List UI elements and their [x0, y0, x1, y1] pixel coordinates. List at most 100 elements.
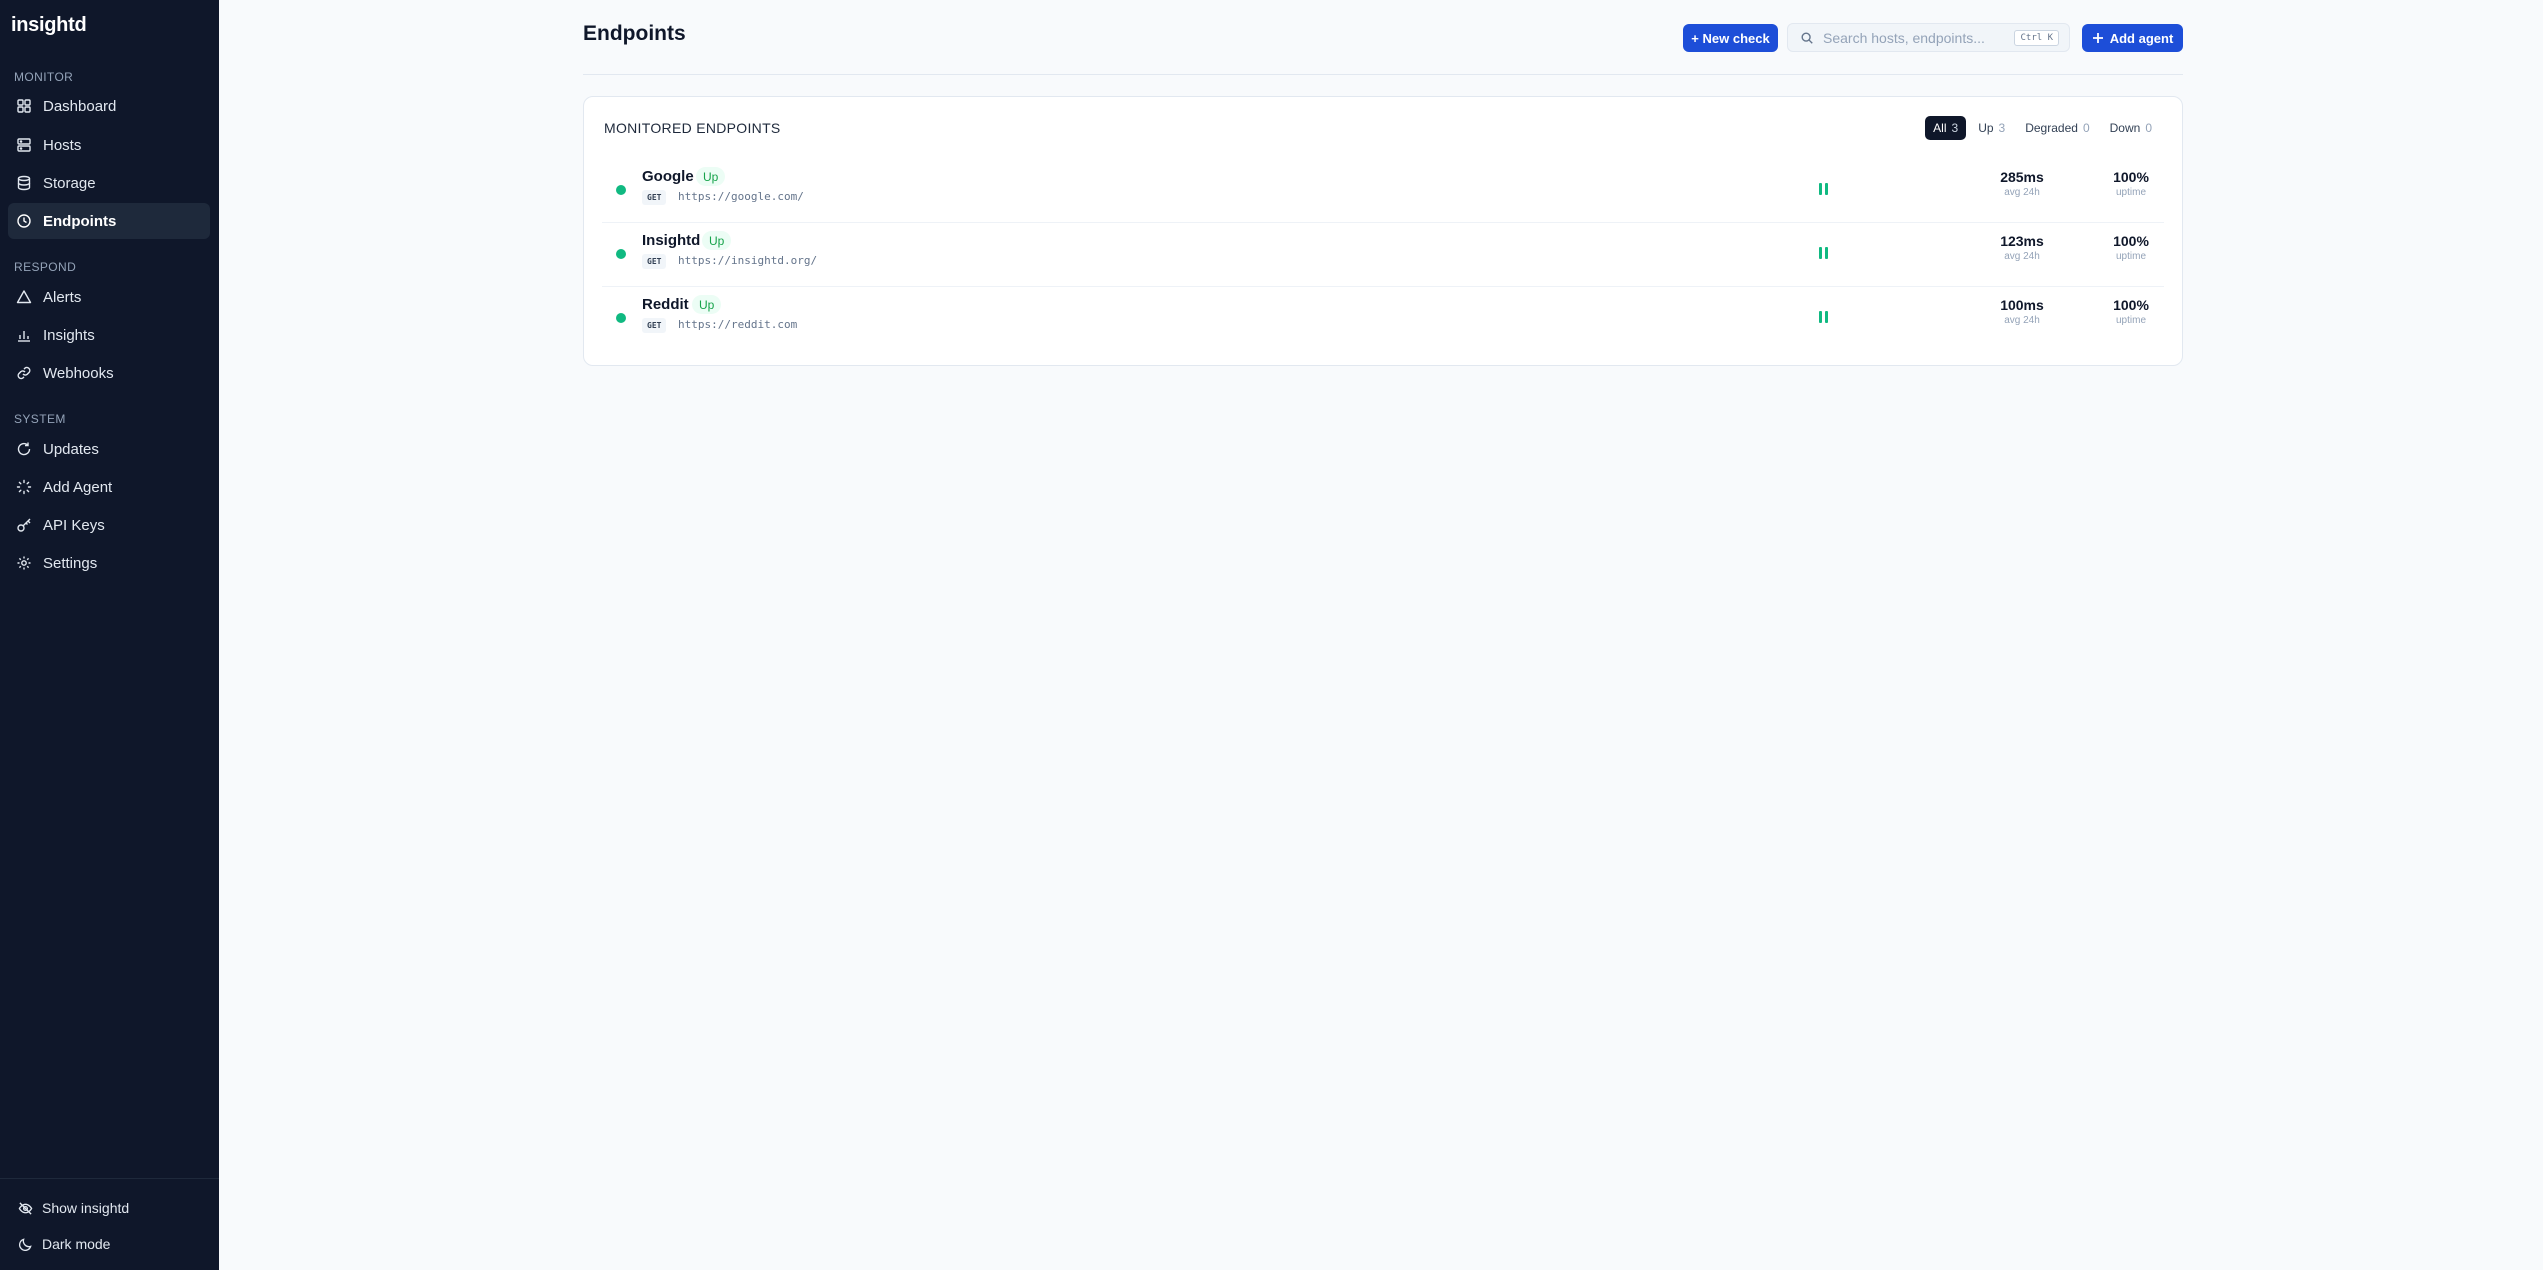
status-badge: Up	[692, 295, 722, 314]
sidebar-item-label: Add Agent	[43, 478, 113, 496]
sidebar-item-hosts[interactable]: Hosts	[8, 127, 210, 163]
pause-icon[interactable]	[1819, 247, 1831, 261]
moon-icon	[19, 1237, 32, 1251]
header-divider	[583, 74, 2183, 75]
search-input[interactable]	[1823, 29, 2013, 46]
uptime-metric: 100% uptime	[2096, 297, 2166, 326]
latency-label: avg 24h	[2004, 315, 2040, 326]
latency-metric: 100ms avg 24h	[1987, 297, 2057, 326]
database-icon	[17, 175, 31, 191]
sidebar-item-add-agent[interactable]: Add Agent	[8, 469, 210, 505]
status-badge: Up	[696, 167, 726, 186]
sidebar-item-alerts[interactable]: Alerts	[8, 279, 210, 315]
http-method-badge: GET	[642, 254, 667, 269]
uptime-value: 100%	[2113, 297, 2149, 313]
http-method-badge: GET	[642, 190, 667, 205]
endpoint-name: Reddit	[642, 296, 689, 313]
sidebar-item-storage[interactable]: Storage	[8, 165, 210, 201]
status-dot	[616, 185, 626, 195]
dark-mode-toggle[interactable]: Dark mode	[18, 1233, 110, 1255]
sidebar-item-label: Settings	[43, 554, 98, 572]
filter-count: 0	[2082, 121, 2090, 135]
sidebar-item-label: Webhooks	[43, 364, 114, 382]
status-filter-group: All 3 Up 3 Degraded 0 Down 0	[1925, 116, 2160, 140]
latency-value: 100ms	[2000, 297, 2044, 313]
clock-icon	[17, 214, 31, 228]
warning-icon	[16, 290, 32, 304]
section-label-respond: RESPOND	[14, 260, 77, 274]
endpoint-url: https://insightd.org/	[678, 254, 818, 267]
eye-off-icon	[18, 1201, 33, 1215]
latency-metric: 123ms avg 24h	[1987, 233, 2057, 262]
sidebar: insightd MONITOR Dashboard Hosts Storage…	[0, 0, 219, 1270]
filter-all[interactable]: All 3	[1925, 116, 1967, 140]
pause-icon[interactable]	[1819, 311, 1831, 325]
sidebar-item-webhooks[interactable]: Webhooks	[8, 355, 210, 391]
sidebar-item-updates[interactable]: Updates	[8, 431, 210, 467]
endpoint-url: https://google.com/	[678, 190, 804, 203]
latency-label: avg 24h	[2004, 251, 2040, 262]
filter-label: Degraded	[2025, 121, 2078, 135]
sidebar-item-api-keys[interactable]: API Keys	[8, 507, 210, 543]
sidebar-item-label: Alerts	[43, 288, 82, 306]
search-shortcut-hint: Ctrl K	[2014, 30, 2059, 46]
dark-mode-label: Dark mode	[42, 1236, 111, 1252]
monitored-endpoints-card: MONITORED ENDPOINTS All 3 Up 3 Degraded …	[583, 96, 2183, 366]
server-icon	[17, 138, 31, 152]
key-icon	[17, 518, 31, 532]
show-insightd-toggle[interactable]: Show insightd	[18, 1197, 129, 1219]
search-icon	[1801, 31, 1813, 44]
endpoint-name: Insightd	[642, 232, 701, 249]
card-title: MONITORED ENDPOINTS	[604, 120, 781, 136]
latency-label: avg 24h	[2004, 187, 2040, 198]
sidebar-item-label: Insights	[43, 326, 95, 344]
grid-icon	[17, 99, 31, 113]
latency-value: 123ms	[2000, 233, 2044, 249]
status-dot	[616, 313, 626, 323]
endpoint-url: https://reddit.com	[678, 318, 798, 331]
add-agent-label: Add agent	[2109, 30, 2174, 46]
uptime-label: uptime	[2115, 251, 2146, 262]
filter-label: All	[1933, 121, 1947, 135]
filter-count: 3	[1998, 121, 2006, 135]
pause-icon[interactable]	[1819, 183, 1831, 197]
sidebar-item-dashboard[interactable]: Dashboard	[8, 88, 210, 124]
app-logo[interactable]: insightd	[11, 14, 87, 37]
filter-count: 3	[1951, 121, 1959, 135]
endpoint-name: Google	[642, 168, 694, 185]
latency-value: 285ms	[2000, 169, 2044, 185]
link-icon	[17, 366, 31, 380]
sidebar-item-label: Hosts	[43, 136, 82, 154]
sidebar-item-label: Endpoints	[43, 212, 117, 230]
search-box[interactable]: Ctrl K	[1787, 23, 2070, 52]
status-badge: Up	[702, 231, 732, 250]
filter-up[interactable]: Up 3	[1970, 116, 2013, 140]
show-insightd-label: Show insightd	[42, 1200, 130, 1216]
status-dot	[616, 249, 626, 259]
filter-degraded[interactable]: Degraded 0	[2017, 116, 2097, 140]
uptime-label: uptime	[2115, 315, 2146, 326]
sidebar-item-label: Dashboard	[43, 97, 117, 115]
uptime-value: 100%	[2113, 169, 2149, 185]
endpoint-row[interactable]: Google Up GET https://google.com/ 285ms …	[602, 159, 2164, 223]
uptime-value: 100%	[2113, 233, 2149, 249]
sidebar-item-settings[interactable]: Settings	[8, 545, 210, 581]
add-agent-button[interactable]: Add agent	[2082, 24, 2183, 52]
filter-down[interactable]: Down 0	[2102, 116, 2160, 140]
sidebar-item-label: API Keys	[43, 516, 105, 534]
sidebar-item-label: Updates	[43, 440, 99, 458]
endpoint-row[interactable]: Reddit Up GET https://reddit.com 100ms a…	[602, 287, 2164, 351]
uptime-metric: 100% uptime	[2096, 233, 2166, 262]
sidebar-footer: Show insightd Dark mode	[0, 1178, 219, 1252]
gear-icon	[17, 556, 31, 570]
filter-label: Down	[2109, 121, 2141, 135]
endpoint-row[interactable]: Insightd Up GET https://insightd.org/ 12…	[602, 223, 2164, 287]
new-check-button[interactable]: + New check	[1683, 24, 1778, 52]
latency-metric: 285ms avg 24h	[1987, 169, 2057, 198]
sidebar-item-label: Storage	[43, 174, 96, 192]
uptime-label: uptime	[2115, 187, 2146, 198]
http-method-badge: GET	[642, 318, 667, 333]
sidebar-item-insights[interactable]: Insights	[8, 317, 210, 353]
chart-icon	[18, 331, 30, 342]
sidebar-item-endpoints[interactable]: Endpoints	[8, 203, 210, 239]
